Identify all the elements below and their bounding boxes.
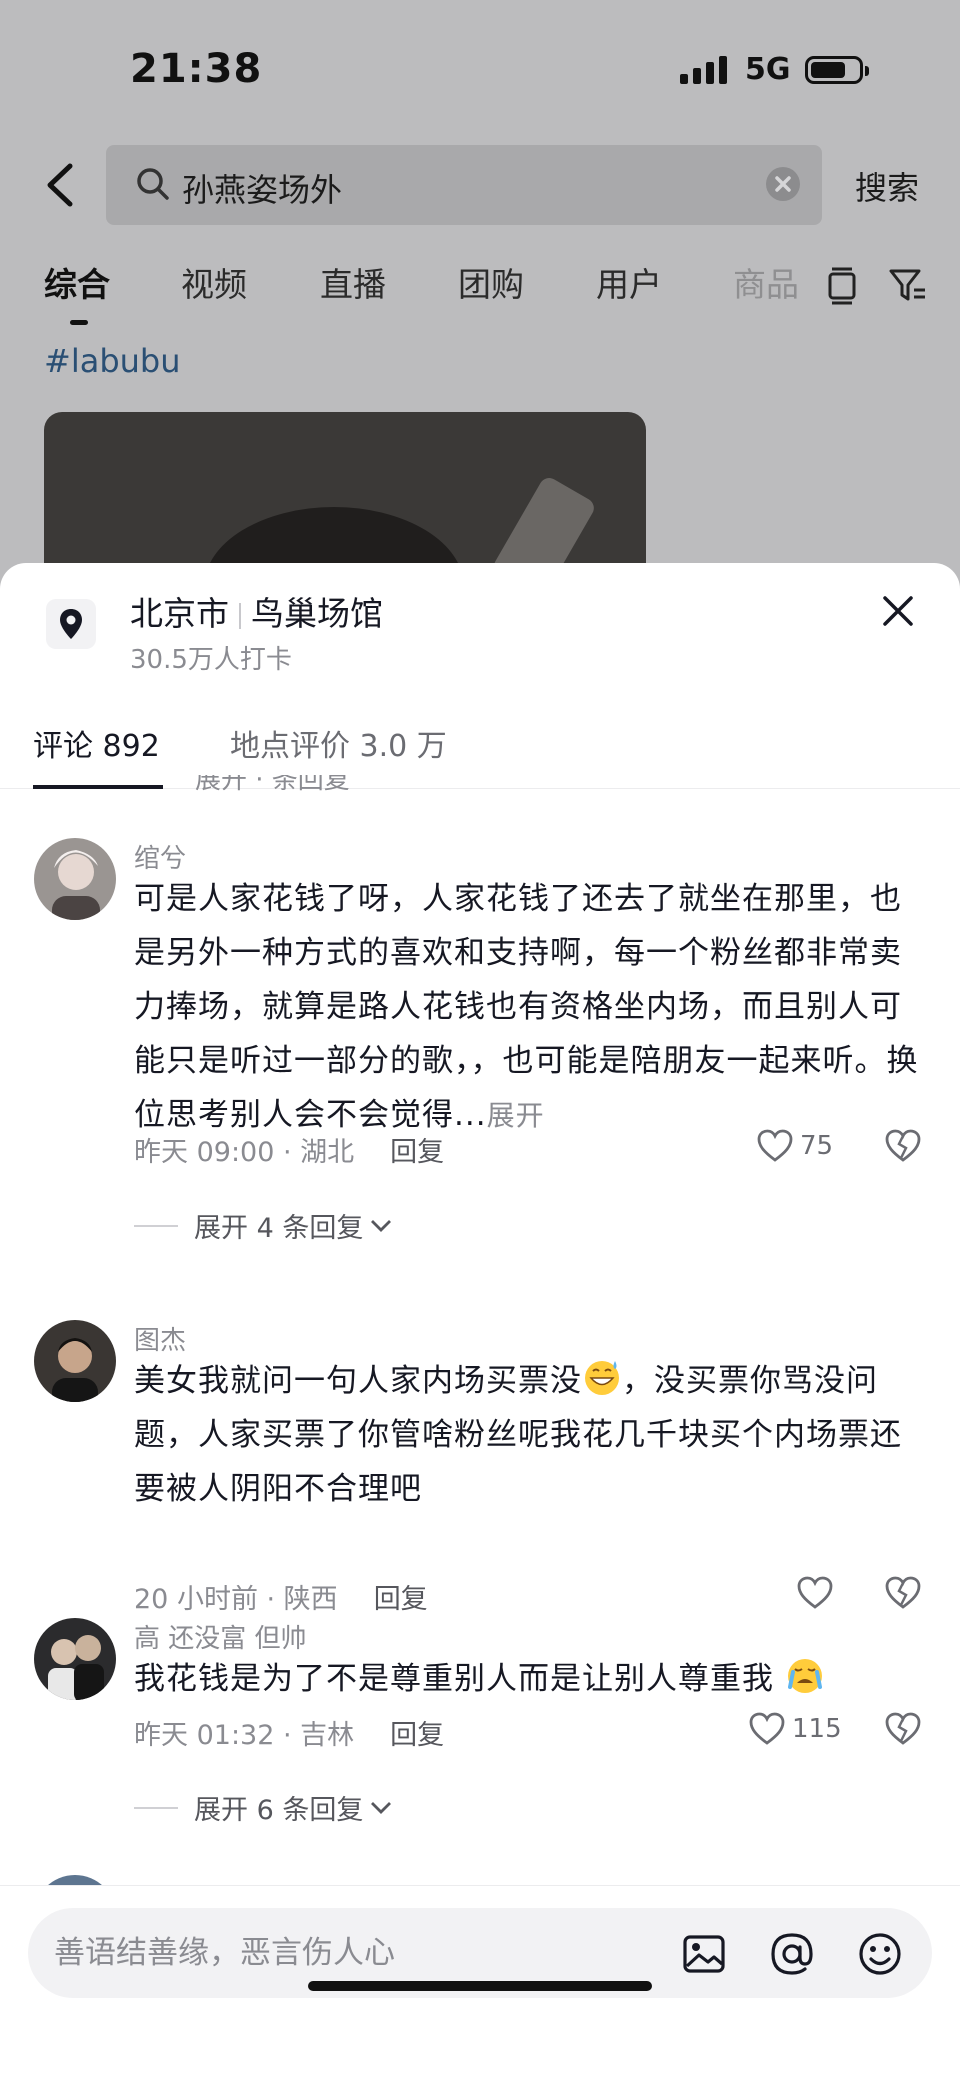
- comment-timestamp: 20 小时前 · 陕西: [134, 1584, 338, 1615]
- comment-text: 可是人家花钱了呀，人家花钱了还去了就坐在那里，也是另外一种方式的喜欢和支持啊，每…: [134, 872, 924, 1143]
- heart-icon: [749, 1712, 785, 1745]
- tab-video[interactable]: 视频: [181, 258, 247, 306]
- reply-button[interactable]: 回复: [374, 1584, 428, 1615]
- comment-author[interactable]: 图杰: [134, 1320, 186, 1357]
- comment-input[interactable]: [54, 1928, 654, 1978]
- location-venue: 鸟巢场馆: [251, 594, 383, 633]
- tab-products[interactable]: 商品: [733, 258, 799, 306]
- status-bar: 21:38 5G: [0, 0, 960, 140]
- like-button[interactable]: 115: [748, 1711, 842, 1747]
- reply-button[interactable]: 回复: [390, 1720, 444, 1751]
- reply-button[interactable]: 回复: [390, 1137, 444, 1168]
- comment-body: 我花钱是为了不是尊重别人而是让别人尊重我: [134, 1661, 774, 1697]
- chevron-down-icon: [371, 1801, 392, 1814]
- comment-timestamp: 昨天 01:32 · 吉林: [134, 1720, 355, 1751]
- close-icon[interactable]: [880, 593, 916, 629]
- back-arrow-icon[interactable]: [40, 160, 80, 210]
- tab-location-reviews[interactable]: 地点评价 3.0 万: [230, 721, 447, 765]
- comment-body: 可是人家花钱了呀，人家花钱了还去了就坐在那里，也是另外一种方式的喜欢和支持啊，每…: [134, 881, 919, 1133]
- status-time: 21:38: [130, 46, 263, 92]
- search-input[interactable]: 孙燕姿场外: [182, 165, 722, 211]
- like-button[interactable]: [796, 1575, 834, 1611]
- filter-icon[interactable]: [888, 266, 928, 306]
- emoji-icon[interactable]: [856, 1930, 904, 1978]
- like-count: 75: [800, 1131, 834, 1161]
- search-results-page: 21:38 5G 孙燕姿场外 搜索 综合 视频 直播 团购 用户 商品 #lab…: [0, 0, 960, 612]
- comment-sheet: 北京市 鸟巢场馆 30.5万人打卡 评论 892 地点评价 3.0 万 展开 · …: [0, 563, 960, 2086]
- tab-comments[interactable]: 评论 892: [33, 721, 160, 765]
- tab-all[interactable]: 综合: [44, 258, 110, 306]
- expand-replies-label: 展开 4 条回复: [194, 1213, 364, 1244]
- mention-icon[interactable]: [768, 1930, 816, 1978]
- expand-replies-button[interactable]: 展开 4 条回复: [134, 1206, 393, 1245]
- active-tab-indicator: [70, 320, 88, 325]
- tab-group-buy[interactable]: 团购: [458, 258, 524, 306]
- search-button[interactable]: 搜索: [855, 163, 919, 209]
- hashtag-link[interactable]: #labubu: [44, 342, 181, 380]
- avatar[interactable]: [34, 1618, 116, 1700]
- search-icon: [137, 168, 169, 200]
- tab-live[interactable]: 直播: [320, 258, 386, 306]
- image-icon[interactable]: [680, 1930, 728, 1978]
- home-indicator: [308, 1981, 652, 1991]
- result-tabs: 综合 视频 直播 团购 用户 商品: [0, 258, 960, 328]
- avatar[interactable]: [34, 838, 116, 920]
- comment-body-part1: 美女我就问一句人家内场买票没: [134, 1363, 582, 1399]
- comment-timestamp: 昨天 09:00 · 湖北: [134, 1137, 355, 1168]
- grin-sweat-emoji-icon: [585, 1361, 619, 1395]
- comment-author[interactable]: 高 还没富 但帅: [134, 1618, 307, 1655]
- signal-icon: [680, 56, 727, 84]
- dislike-icon[interactable]: [884, 1575, 922, 1611]
- comments-tab-indicator: [33, 785, 163, 789]
- location-pin-icon: [46, 599, 96, 649]
- network-type: 5G: [745, 52, 791, 87]
- comment-text: 美女我就问一句人家内场买票没 ，没买票你骂没问题，人家买票了你管啥粉丝呢我花几千块…: [134, 1354, 924, 1516]
- clear-icon[interactable]: [766, 167, 800, 201]
- avatar[interactable]: [34, 1320, 116, 1402]
- comment-text: 我花钱是为了不是尊重别人而是让别人尊重我: [134, 1652, 924, 1706]
- location-city: 北京市: [130, 594, 229, 633]
- comment-meta: 20 小时前 · 陕西 回复: [134, 1577, 428, 1616]
- search-bar[interactable]: 孙燕姿场外: [106, 145, 822, 225]
- heart-icon: [757, 1129, 793, 1162]
- dislike-icon[interactable]: [884, 1711, 922, 1747]
- location-title[interactable]: 北京市 鸟巢场馆: [130, 587, 383, 635]
- expand-replies-label: 展开 6 条回复: [194, 1795, 364, 1826]
- chevron-down-icon: [371, 1219, 392, 1232]
- comment-author[interactable]: 绾兮: [134, 838, 186, 875]
- partial-expand-row: 展开 · 条回复: [195, 775, 350, 795]
- crying-face-emoji-icon: [787, 1659, 822, 1693]
- expand-replies-button[interactable]: 展开 6 条回复: [134, 1788, 393, 1827]
- layout-toggle-icon[interactable]: [826, 266, 858, 306]
- comment-meta: 昨天 01:32 · 吉林 回复: [134, 1713, 444, 1752]
- battery-icon: [805, 56, 869, 84]
- like-count: 115: [792, 1714, 842, 1744]
- tab-users[interactable]: 用户: [596, 258, 662, 306]
- like-button[interactable]: 75: [756, 1128, 833, 1164]
- expand-text-link[interactable]: 展开: [487, 1099, 545, 1132]
- heart-icon: [797, 1576, 833, 1609]
- sheet-tabs: 评论 892 地点评价 3.0 万: [0, 709, 960, 789]
- dislike-icon[interactable]: [884, 1128, 922, 1164]
- checkin-count: 30.5万人打卡: [130, 645, 292, 675]
- comment-meta: 昨天 09:00 · 湖北 回复: [134, 1130, 444, 1169]
